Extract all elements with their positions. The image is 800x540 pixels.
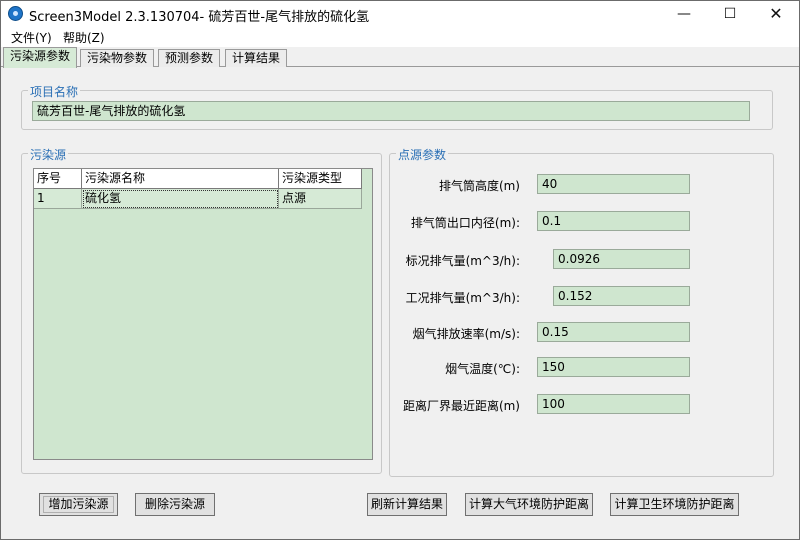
calc-health-distance-button[interactable]: 计算卫生环境防护距离 bbox=[610, 493, 739, 516]
stack-height-field[interactable]: 40 bbox=[537, 174, 690, 194]
stack-height-label: 排气筒高度(m) bbox=[438, 179, 520, 193]
tab-forecast-params[interactable]: 预测参数 bbox=[158, 49, 221, 67]
menu-help[interactable]: 帮助(Z) bbox=[63, 29, 105, 46]
calc-atmos-distance-button-label: 计算大气环境防护距离 bbox=[468, 497, 589, 511]
gas-temperature-label: 烟气温度(℃): bbox=[445, 362, 520, 376]
menu-bar: 文件(Y) 帮助(Z) bbox=[1, 27, 799, 47]
tab-calc-results[interactable]: 计算结果 bbox=[225, 49, 288, 67]
column-header-index[interactable]: 序号 bbox=[34, 169, 82, 189]
working-flow-label: 工况排气量(m^3/h): bbox=[405, 291, 520, 305]
project-name-group-title: 项目名称 bbox=[28, 83, 81, 100]
column-header-source-type[interactable]: 污染源类型 bbox=[279, 169, 362, 189]
menu-file[interactable]: 文件(Y) bbox=[11, 29, 52, 46]
add-source-button-label: 增加污染源 bbox=[48, 497, 109, 511]
working-flow-field[interactable]: 0.152 bbox=[553, 286, 690, 306]
sources-group-title: 污染源 bbox=[28, 146, 69, 163]
calc-atmos-distance-button[interactable]: 计算大气环境防护距离 bbox=[465, 493, 593, 516]
exhaust-velocity-label: 烟气排放速率(m/s): bbox=[412, 327, 520, 341]
exhaust-velocity-field[interactable]: 0.15 bbox=[537, 322, 690, 342]
tab-pollutant-params[interactable]: 污染物参数 bbox=[80, 49, 155, 67]
point-source-group: 点源参数 排气筒高度(m) 40 排气筒出口内径(m): 0.1 标况排气量(m… bbox=[389, 146, 774, 477]
standard-flow-label: 标况排气量(m^3/h): bbox=[405, 254, 520, 268]
app-icon bbox=[8, 6, 23, 21]
sources-group: 污染源 序号 污染源名称 污染源类型 1 硫化氢 点源 bbox=[21, 146, 382, 474]
title-bar[interactable]: Screen3Model 2.3.130704- 硫芳百世-尾气排放的硫化氢 —… bbox=[1, 1, 799, 27]
window-title: Screen3Model 2.3.130704- 硫芳百世-尾气排放的硫化氢 bbox=[29, 10, 370, 25]
delete-source-button[interactable]: 删除污染源 bbox=[135, 493, 215, 516]
add-source-button[interactable]: 增加污染源 bbox=[39, 493, 118, 516]
calc-health-distance-button-label: 计算卫生环境防护距离 bbox=[614, 497, 735, 511]
maximize-button[interactable]: ☐ bbox=[707, 1, 753, 27]
sources-table[interactable]: 序号 污染源名称 污染源类型 1 硫化氢 点源 bbox=[33, 168, 373, 460]
tab-panel-source-params: 项目名称 硫芳百世-尾气排放的硫化氢 污染源 序号 污染源名称 污染源类型 1 … bbox=[7, 67, 787, 483]
point-source-group-title: 点源参数 bbox=[396, 146, 449, 163]
boundary-distance-field[interactable]: 100 bbox=[537, 394, 690, 414]
minimize-button[interactable]: — bbox=[661, 1, 707, 27]
delete-source-button-label: 删除污染源 bbox=[144, 497, 205, 511]
stack-diameter-label: 排气筒出口内径(m): bbox=[410, 216, 520, 230]
standard-flow-field[interactable]: 0.0926 bbox=[553, 249, 690, 269]
project-name-field[interactable]: 硫芳百世-尾气排放的硫化氢 bbox=[32, 101, 750, 121]
table-cell-source-name[interactable]: 硫化氢 bbox=[82, 189, 279, 209]
table-cell-index[interactable]: 1 bbox=[34, 189, 82, 209]
stack-diameter-field[interactable]: 0.1 bbox=[537, 211, 690, 231]
tab-source-params[interactable]: 污染源参数 bbox=[3, 47, 78, 68]
close-button[interactable]: ✕ bbox=[753, 1, 799, 27]
boundary-distance-label: 距离厂界最近距离(m) bbox=[402, 399, 520, 413]
app-window: Screen3Model 2.3.130704- 硫芳百世-尾气排放的硫化氢 —… bbox=[0, 0, 800, 540]
refresh-results-button[interactable]: 刷新计算结果 bbox=[367, 493, 447, 516]
tab-strip: 污染源参数 污染物参数 预测参数 计算结果 bbox=[1, 47, 799, 68]
refresh-results-button-label: 刷新计算结果 bbox=[370, 497, 443, 511]
project-name-group: 项目名称 硫芳百世-尾气排放的硫化氢 bbox=[21, 83, 773, 130]
column-header-source-name[interactable]: 污染源名称 bbox=[82, 169, 279, 189]
table-cell-source-type[interactable]: 点源 bbox=[279, 189, 362, 209]
gas-temperature-field[interactable]: 150 bbox=[537, 357, 690, 377]
